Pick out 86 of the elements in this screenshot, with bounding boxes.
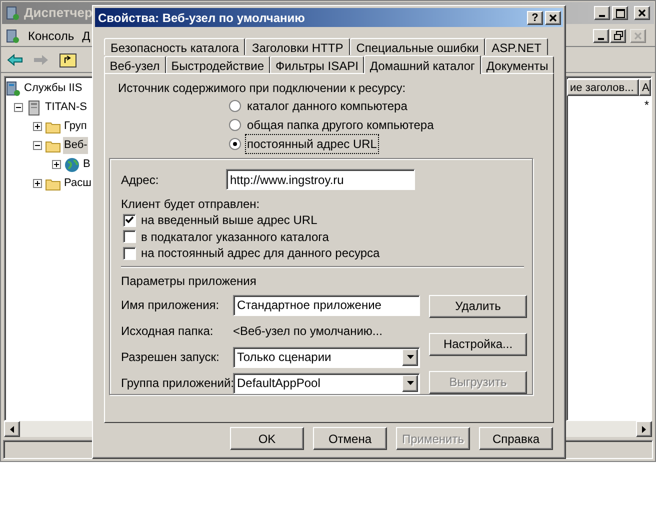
address-field[interactable]: http://www.ingstroy.ru	[226, 169, 415, 190]
tab[interactable]: Документы	[480, 56, 554, 73]
dialog-button[interactable]: Справка	[479, 427, 553, 450]
tab[interactable]: Безопасность каталога	[104, 38, 246, 55]
tree-item[interactable]: Службы IIS	[23, 80, 84, 97]
folder-icon	[45, 138, 61, 152]
tree-item[interactable]: В	[82, 156, 92, 173]
close-icon	[634, 32, 642, 40]
folder-icon	[45, 120, 61, 134]
expand-icon[interactable]	[33, 179, 42, 188]
radio-button[interactable]	[229, 119, 241, 131]
checkbox-label: в подкаталог указанного каталога	[141, 228, 329, 246]
field-label: Исходная папка:	[121, 323, 214, 340]
restore-button[interactable]	[610, 28, 626, 42]
checkbox-label: на введенный выше адрес URL	[141, 212, 318, 230]
tab[interactable]: Домашний каталог	[364, 55, 481, 74]
address-label: Адрес:	[121, 172, 160, 188]
redirect-label: Клиент будет отправлен:	[121, 196, 261, 210]
dialog-button[interactable]: Отмена	[313, 427, 387, 450]
column-header[interactable]: А	[639, 79, 651, 96]
tree-item[interactable]: Веб-	[63, 137, 88, 154]
tab[interactable]: ASP.NET	[485, 38, 548, 55]
tab[interactable]: Специальные ошибки	[350, 38, 486, 55]
app-icon	[4, 5, 20, 21]
help-button[interactable]: ?	[527, 10, 543, 24]
checkbox-label: на постоянный адрес для данного ресурса	[141, 245, 380, 262]
server-stack-icon	[5, 80, 21, 96]
server-icon	[26, 100, 42, 116]
minimize-button[interactable]	[593, 28, 609, 42]
source-label: Источник содержимого при подключении к ресурсу:	[117, 80, 407, 95]
expand-icon[interactable]	[52, 160, 61, 169]
radio-button[interactable]	[229, 100, 241, 112]
checkbox[interactable]	[123, 246, 136, 260]
tree-item[interactable]: TITAN-S	[44, 99, 88, 116]
console-icon	[4, 28, 20, 44]
list-cell-text: *	[644, 97, 649, 112]
tree-item[interactable]: Груп	[63, 118, 88, 135]
collapse-icon[interactable]	[14, 103, 23, 112]
dialog-button[interactable]: OK	[230, 427, 304, 450]
window-title: Диспетчер	[24, 4, 92, 22]
input-field[interactable]: Стандартное приложение	[233, 294, 420, 316]
restore-icon	[614, 31, 622, 40]
radio-label: постоянный адрес URL	[246, 135, 378, 153]
menu-item[interactable]: Консоль	[28, 26, 74, 44]
back-arrow-icon[interactable]	[7, 54, 23, 66]
minimize-button[interactable]	[594, 6, 610, 20]
globe-icon	[64, 156, 80, 172]
radio-button[interactable]	[229, 138, 241, 150]
close-button[interactable]	[545, 10, 561, 24]
check-icon	[125, 216, 134, 224]
menu-item[interactable]: Д	[82, 26, 90, 44]
tree-item[interactable]: Расш	[63, 175, 92, 192]
dialog-button[interactable]: Настройка...	[429, 332, 527, 356]
field-label: Группа приложений:	[121, 375, 233, 392]
folder-icon	[45, 176, 61, 190]
expand-icon[interactable]	[33, 122, 42, 131]
radio-label: общая папка другого компьютера	[246, 117, 435, 134]
dialog-title: Свойства: Веб-узел по умолчанию	[98, 10, 305, 26]
dialog-button[interactable]: Удалить	[429, 294, 527, 318]
tab[interactable]: Заголовки HTTP	[245, 38, 350, 55]
checkbox[interactable]	[123, 230, 136, 244]
close-icon	[549, 14, 557, 22]
maximize-button[interactable]	[612, 6, 628, 20]
close-button[interactable]	[634, 6, 650, 20]
minimize-icon	[598, 38, 604, 40]
dropdown-arrow-icon	[406, 355, 414, 359]
dropdown[interactable]: Только сценарии	[233, 346, 420, 368]
field-value: <Веб-узел по умолчанию...	[233, 323, 382, 340]
tab[interactable]: Фильтры ISAPI	[270, 56, 364, 73]
field-label: Имя приложения:	[121, 297, 220, 314]
column-header[interactable]: ие заголов...	[567, 79, 639, 96]
minimize-icon	[599, 15, 605, 17]
checkbox[interactable]	[123, 214, 136, 227]
tab[interactable]: Веб-узел	[104, 56, 166, 73]
right-arrow-icon[interactable]	[642, 426, 646, 432]
left-arrow-icon[interactable]	[10, 426, 14, 432]
dropdown[interactable]: DefaultAppPool	[233, 372, 420, 394]
dropdown-arrow-icon	[406, 381, 414, 385]
close-icon	[638, 9, 646, 17]
tab[interactable]: Быстродействие	[166, 56, 270, 73]
section-title: Параметры приложения	[121, 272, 258, 286]
maximize-icon	[616, 8, 624, 18]
folder-up-icon[interactable]	[59, 52, 77, 68]
collapse-icon[interactable]	[33, 141, 42, 150]
radio-label: каталог данного компьютера	[246, 98, 408, 115]
field-label: Разрешен запуск:	[121, 349, 220, 366]
